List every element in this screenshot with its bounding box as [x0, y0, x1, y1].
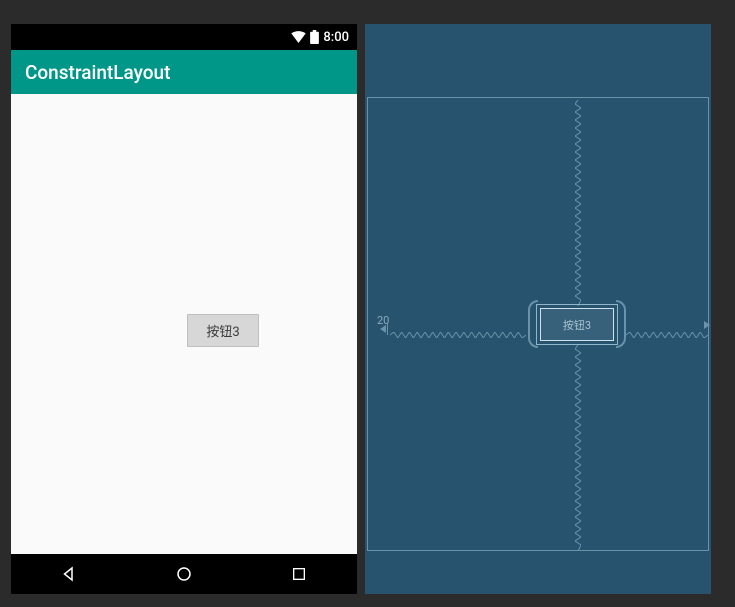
nav-home-button[interactable]	[164, 554, 204, 594]
button-3-label: 按钮3	[206, 321, 239, 340]
constraint-spring-left-icon	[390, 323, 526, 329]
nav-recents-button[interactable]	[279, 554, 319, 594]
blueprint-bounds: 20 按钮3	[367, 97, 709, 551]
blueprint-widget-label: 按钮3	[563, 317, 591, 333]
blueprint-widget-button3[interactable]: 按钮3	[540, 308, 614, 341]
constraint-spring-top-icon	[575, 100, 581, 306]
constraint-spring-right-icon	[626, 323, 708, 329]
nav-back-button[interactable]	[49, 554, 89, 594]
margin-left-tick-icon	[387, 323, 388, 335]
margin-left-arrow-icon	[380, 325, 386, 333]
battery-icon	[310, 30, 319, 44]
constraint-handle-right-icon[interactable]	[616, 300, 626, 348]
app-bar: ConstraintLayout	[11, 50, 357, 94]
layout-editor[interactable]: 20 按钮3	[365, 24, 711, 594]
nav-bar	[11, 554, 357, 594]
constraint-spring-bottom-icon	[575, 345, 581, 551]
status-bar: 8:00	[11, 24, 357, 50]
status-time: 8:00	[323, 30, 349, 45]
wifi-icon	[291, 31, 306, 43]
blueprint-canvas[interactable]: 20 按钮3	[365, 24, 711, 594]
button-3[interactable]: 按钮3	[187, 314, 259, 347]
constraint-handle-left-icon[interactable]	[528, 300, 538, 348]
device-preview: 8:00 ConstraintLayout 按钮3	[11, 24, 357, 594]
app-title: ConstraintLayout	[25, 61, 170, 84]
app-content-area: 按钮3	[11, 94, 357, 554]
constraint-right-arrow-icon	[704, 321, 710, 329]
